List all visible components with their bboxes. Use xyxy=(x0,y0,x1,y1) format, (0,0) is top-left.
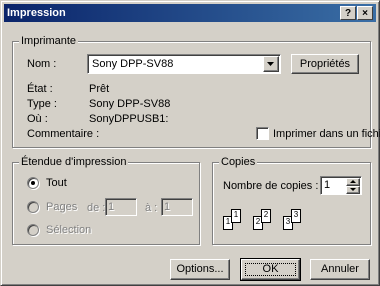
copies-count-spinner[interactable]: 1 xyxy=(320,176,362,195)
properties-button-label: Propriétés xyxy=(299,58,351,70)
range-to-input[interactable]: 1 xyxy=(161,198,193,216)
type-value: Sony DPP-SV88 xyxy=(89,98,171,110)
range-all-label[interactable]: Tout xyxy=(46,177,67,190)
range-from-input[interactable]: 1 xyxy=(105,198,137,216)
options-button[interactable]: Options... xyxy=(170,259,230,280)
chevron-down-icon xyxy=(267,62,274,66)
cancel-button[interactable]: Annuler xyxy=(310,259,370,280)
options-button-label: Options... xyxy=(176,263,224,275)
range-from-value: 1 xyxy=(108,201,115,213)
radio-selected-dot xyxy=(31,181,35,185)
print-to-file-label[interactable]: Imprimer dans un fichier xyxy=(273,128,380,141)
window-title: Impression xyxy=(7,7,66,19)
properties-button[interactable]: Propriétés xyxy=(291,54,359,74)
print-to-file-checkbox[interactable] xyxy=(256,127,269,140)
focus-ring xyxy=(245,263,296,276)
copies-down-button[interactable] xyxy=(346,186,360,194)
copies-group-label: Copies xyxy=(219,155,258,169)
arrow-up-icon xyxy=(350,180,356,183)
copies-count-value: 1 xyxy=(324,179,331,191)
status-label: État : xyxy=(27,83,53,95)
range-to-label: à : xyxy=(145,202,158,214)
printer-name-label: Nom : xyxy=(27,58,57,70)
copies-up-button[interactable] xyxy=(346,178,360,186)
copies-group: Copies Nombre de copies : 1 1 1 2 2 3 3 xyxy=(212,155,371,245)
print-dialog: Impression ? × Imprimante Nom : Sony DPP… xyxy=(0,0,380,286)
range-pages-radio[interactable] xyxy=(27,201,39,213)
close-button[interactable]: × xyxy=(357,6,373,20)
comment-label: Commentaire : xyxy=(27,128,100,140)
collate-page-number: 1 xyxy=(233,210,239,219)
title-bar[interactable]: Impression ? × xyxy=(4,4,376,22)
collate-page-number: 1 xyxy=(225,217,231,226)
range-from-label: de : xyxy=(87,202,106,214)
print-range-group: Étendue d'impression Tout Pages de : 1 à… xyxy=(12,155,200,245)
printer-group: Imprimante Nom : Sony DPP-SV88 Propriété… xyxy=(12,34,380,148)
copies-count-label: Nombre de copies : xyxy=(223,180,319,192)
printer-name-value: Sony DPP-SV88 xyxy=(92,58,174,70)
collate-page: 3 xyxy=(291,209,301,223)
type-label: Type : xyxy=(27,98,57,110)
range-all-radio[interactable] xyxy=(27,177,39,189)
ok-button[interactable]: OK xyxy=(240,258,301,281)
printer-name-select[interactable]: Sony DPP-SV88 xyxy=(87,54,281,74)
printer-dropdown-button[interactable] xyxy=(263,56,279,72)
help-button[interactable]: ? xyxy=(340,6,356,20)
collate-page-number: 3 xyxy=(293,210,299,219)
arrow-down-icon xyxy=(350,188,356,191)
cancel-button-label: Annuler xyxy=(321,263,359,275)
where-value: SonyDPPUSB1: xyxy=(89,113,169,125)
collate-page: 1 xyxy=(231,209,241,223)
collate-page-number: 2 xyxy=(255,217,261,226)
range-pages-label[interactable]: Pages xyxy=(46,201,77,214)
collate-page-number: 2 xyxy=(263,210,269,219)
collate-page-number: 3 xyxy=(285,217,291,226)
print-range-group-label: Étendue d'impression xyxy=(19,155,129,169)
range-to-value: 1 xyxy=(164,201,171,213)
collate-page: 2 xyxy=(261,209,271,223)
range-selection-label[interactable]: Sélection xyxy=(46,224,91,237)
range-selection-radio[interactable] xyxy=(27,224,39,236)
printer-group-label: Imprimante xyxy=(19,34,79,48)
status-value: Prêt xyxy=(89,83,110,95)
where-label: Où : xyxy=(27,113,48,125)
